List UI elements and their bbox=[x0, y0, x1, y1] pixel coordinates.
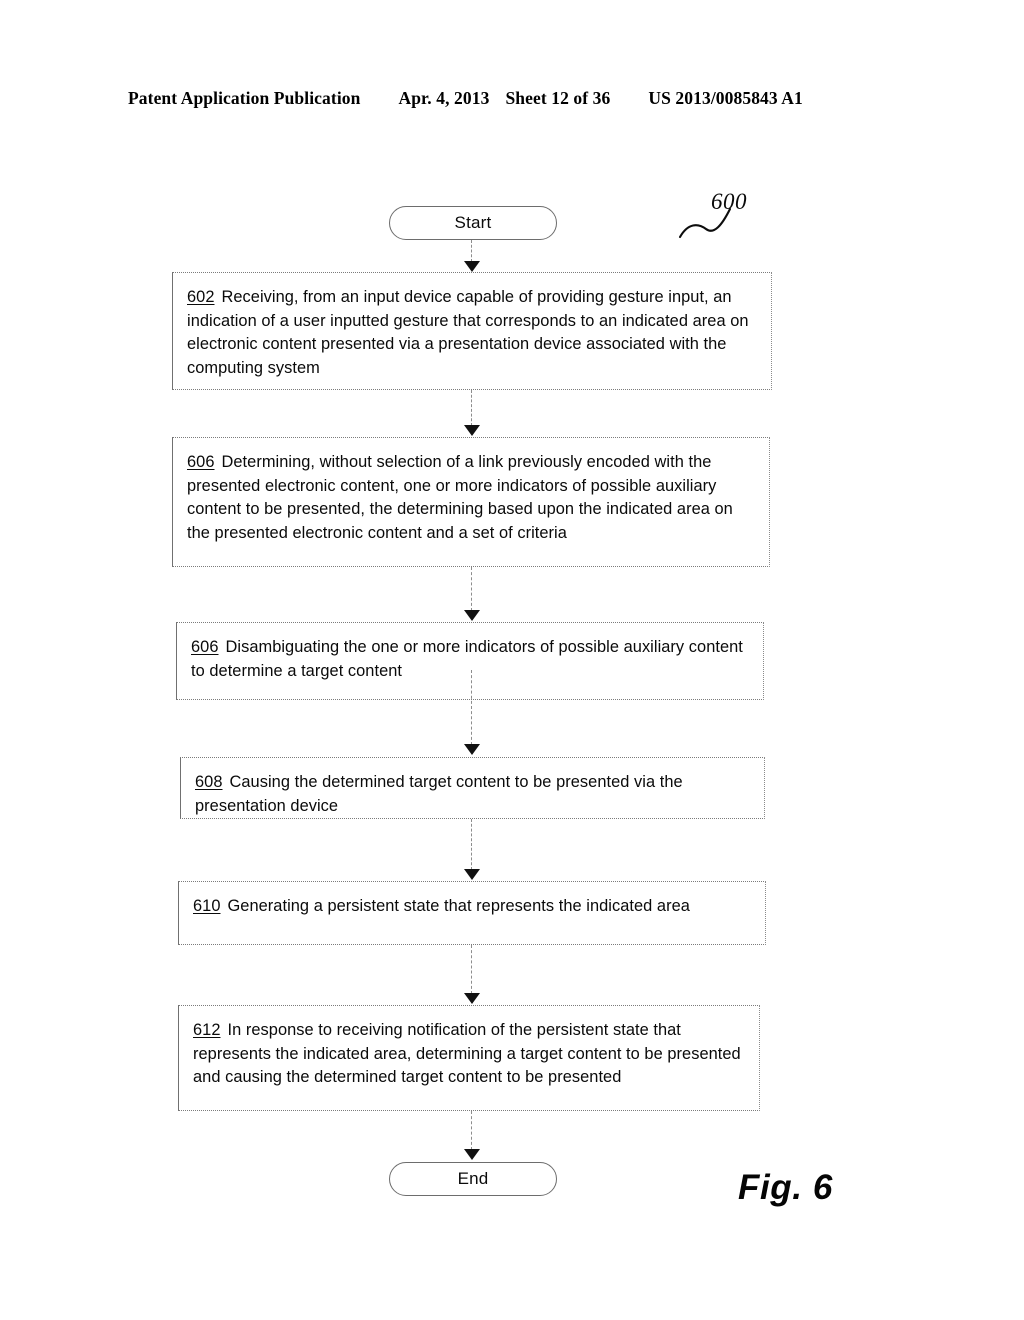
flow-step-606-disambiguating[interactable]: 606 Disambiguating the one or more indica… bbox=[176, 622, 764, 700]
flow-step-608-text: Causing the determined target content to… bbox=[195, 773, 683, 815]
flow-step-602-text: Receiving, from an input device capable … bbox=[187, 288, 749, 377]
arrowhead-to-608 bbox=[464, 744, 480, 755]
flow-step-612-text: In response to receiving notification of… bbox=[193, 1021, 741, 1087]
flow-node-start-label: Start bbox=[454, 213, 492, 232]
flow-step-606-determining-number: 606 bbox=[187, 453, 215, 471]
flow-step-606-disambiguating-number: 606 bbox=[191, 638, 219, 656]
arrowhead-to-606a bbox=[464, 425, 480, 436]
flow-step-606-determining-text: Determining, without selection of a link… bbox=[187, 453, 733, 542]
flow-step-610[interactable]: 610 Generating a persistent state that re… bbox=[178, 881, 766, 945]
connector-606b-to-608 bbox=[471, 670, 473, 745]
connector-start-to-602 bbox=[471, 240, 473, 262]
flow-node-end[interactable]: End bbox=[389, 1162, 557, 1196]
flow-step-606-determining[interactable]: 606 Determining, without selection of a l… bbox=[172, 437, 770, 567]
arrowhead-to-602 bbox=[464, 261, 480, 272]
flow-step-602[interactable]: 602 Receiving, from an input device capab… bbox=[172, 272, 772, 390]
flow-step-608-number: 608 bbox=[195, 773, 223, 791]
connector-606a-to-606b bbox=[471, 567, 473, 611]
flowchart-diagram: 600 Start 602 Receiving, from an input de… bbox=[0, 0, 1024, 1320]
flow-step-610-text: Generating a persistent state that repre… bbox=[227, 897, 690, 915]
flow-step-608[interactable]: 608 Causing the determined target content… bbox=[180, 757, 765, 819]
flow-step-612-number: 612 bbox=[193, 1021, 221, 1039]
connector-612-to-end bbox=[471, 1111, 473, 1150]
reference-lead-line-icon bbox=[678, 207, 732, 239]
connector-610-to-612 bbox=[471, 945, 473, 994]
arrowhead-to-end bbox=[464, 1149, 480, 1160]
flow-step-606-disambiguating-text: Disambiguating the one or more indicator… bbox=[191, 638, 743, 680]
flow-node-start[interactable]: Start bbox=[389, 206, 557, 240]
flow-step-612[interactable]: 612 In response to receiving notification… bbox=[178, 1005, 760, 1111]
connector-602-to-606a bbox=[471, 390, 473, 426]
arrowhead-to-610 bbox=[464, 869, 480, 880]
connector-608-to-610 bbox=[471, 819, 473, 870]
arrowhead-to-606b bbox=[464, 610, 480, 621]
flow-node-end-label: End bbox=[457, 1169, 489, 1188]
flow-step-602-number: 602 bbox=[187, 288, 215, 306]
arrowhead-to-612 bbox=[464, 993, 480, 1004]
figure-caption: Fig. 6 bbox=[738, 1168, 833, 1207]
flow-step-610-number: 610 bbox=[193, 897, 221, 915]
